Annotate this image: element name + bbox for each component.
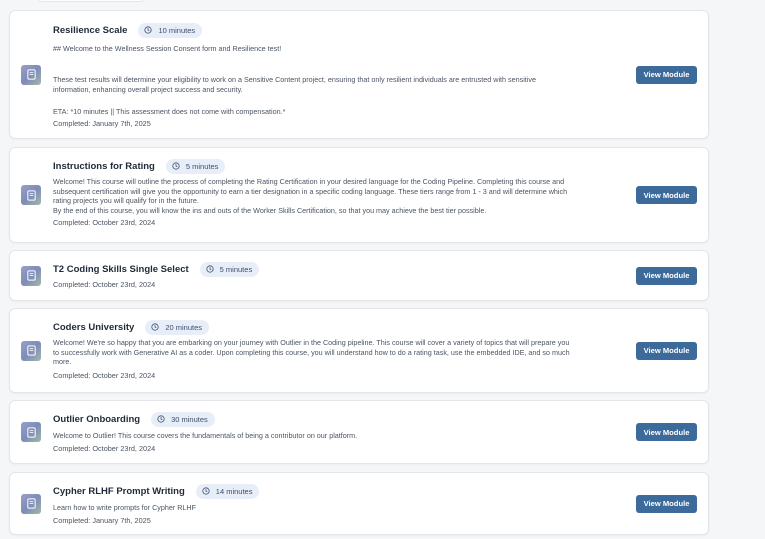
clock-icon bbox=[157, 415, 165, 423]
module-description: Learn how to write prompts for Cypher RL… bbox=[53, 503, 197, 512]
module-description: Welcome! This course will outline the pr… bbox=[53, 177, 565, 186]
completed-date: Completed: October 23rd, 2024 bbox=[53, 443, 156, 453]
module-description: more. bbox=[53, 357, 72, 366]
clock-icon bbox=[202, 487, 210, 495]
module-description: ETA: *10 minutes || This assessment does… bbox=[53, 106, 286, 116]
module-description: rating projects you will qualify for in … bbox=[53, 196, 199, 205]
module-title: Cypher RLHF Prompt Writing bbox=[53, 485, 185, 497]
book-icon bbox=[21, 185, 41, 205]
view-module-button[interactable]: View Module bbox=[636, 494, 697, 513]
module-title: T2 Coding Skills Single Select bbox=[53, 263, 189, 275]
module-card: Resilience Scale 10 minutes ## Welcome t… bbox=[9, 10, 709, 139]
completed-date: Completed: October 23rd, 2024 bbox=[53, 280, 156, 289]
duration-label: 10 minutes bbox=[158, 25, 196, 35]
module-card: Cypher RLHF Prompt Writing 14 minutes Le… bbox=[9, 472, 709, 535]
duration-badge: 14 minutes bbox=[195, 483, 260, 499]
module-title: Coders University bbox=[53, 321, 135, 333]
module-description: information, enhancing overall project s… bbox=[53, 84, 243, 94]
completed-date: Completed: October 23rd, 2024 bbox=[53, 370, 156, 380]
book-icon bbox=[21, 422, 41, 442]
duration-badge: 20 minutes bbox=[145, 319, 209, 335]
module-title: Outlier Onboarding bbox=[53, 413, 141, 425]
module-card: T2 Coding Skills Single Select 5 minutes… bbox=[9, 250, 709, 301]
module-card: Instructions for Rating 5 minutes Welcom… bbox=[9, 147, 709, 243]
clock-icon bbox=[206, 265, 214, 273]
module-description: subsequent certification will give you t… bbox=[53, 186, 568, 196]
completed-date: Completed: January 7th, 2025 bbox=[53, 515, 151, 525]
clock-icon bbox=[151, 323, 159, 331]
module-description: Welcome to Outlier! This course covers t… bbox=[53, 431, 358, 440]
module-description: By the end of this course, you will know… bbox=[53, 205, 487, 215]
duration-label: 20 minutes bbox=[165, 322, 202, 332]
view-module-button[interactable]: View Module bbox=[636, 186, 697, 204]
module-description: Welcome! We're so happy that you are emb… bbox=[53, 338, 570, 347]
book-icon bbox=[21, 340, 41, 361]
duration-label: 5 minutes bbox=[185, 161, 219, 171]
duration-badge: 30 minutes bbox=[151, 411, 215, 427]
completed-date: Completed: October 23rd, 2024 bbox=[53, 218, 156, 227]
duration-badge: 10 minutes bbox=[138, 22, 203, 38]
duration-label: 30 minutes bbox=[171, 414, 208, 424]
module-card: Coders University 20 minutes Welcome! We… bbox=[9, 308, 709, 393]
previous-card-edge bbox=[38, 0, 144, 2]
module-title: Resilience Scale bbox=[53, 24, 128, 36]
duration-badge: 5 minutes bbox=[165, 158, 226, 174]
book-icon bbox=[21, 265, 41, 286]
view-module-button[interactable]: View Module bbox=[636, 423, 697, 441]
view-module-button[interactable]: View Module bbox=[636, 65, 697, 84]
duration-label: 14 minutes bbox=[215, 486, 253, 496]
module-card: Outlier Onboarding 30 minutes Welcome to… bbox=[9, 400, 709, 464]
clock-icon bbox=[172, 162, 180, 170]
duration-badge: 5 minutes bbox=[199, 261, 260, 277]
view-module-button[interactable]: View Module bbox=[636, 266, 697, 285]
duration-label: 5 minutes bbox=[219, 264, 253, 274]
module-description: to successfully work with Generative AI … bbox=[53, 347, 570, 357]
clock-icon bbox=[144, 26, 153, 34]
book-icon bbox=[21, 64, 41, 85]
view-module-button[interactable]: View Module bbox=[636, 341, 697, 360]
completed-date: Completed: January 7th, 2025 bbox=[53, 119, 151, 128]
book-icon bbox=[21, 493, 41, 514]
module-description: These test results will determine your e… bbox=[53, 75, 536, 84]
module-description: ## Welcome to the Wellness Session Conse… bbox=[53, 44, 282, 53]
module-title: Instructions for Rating bbox=[53, 160, 155, 172]
